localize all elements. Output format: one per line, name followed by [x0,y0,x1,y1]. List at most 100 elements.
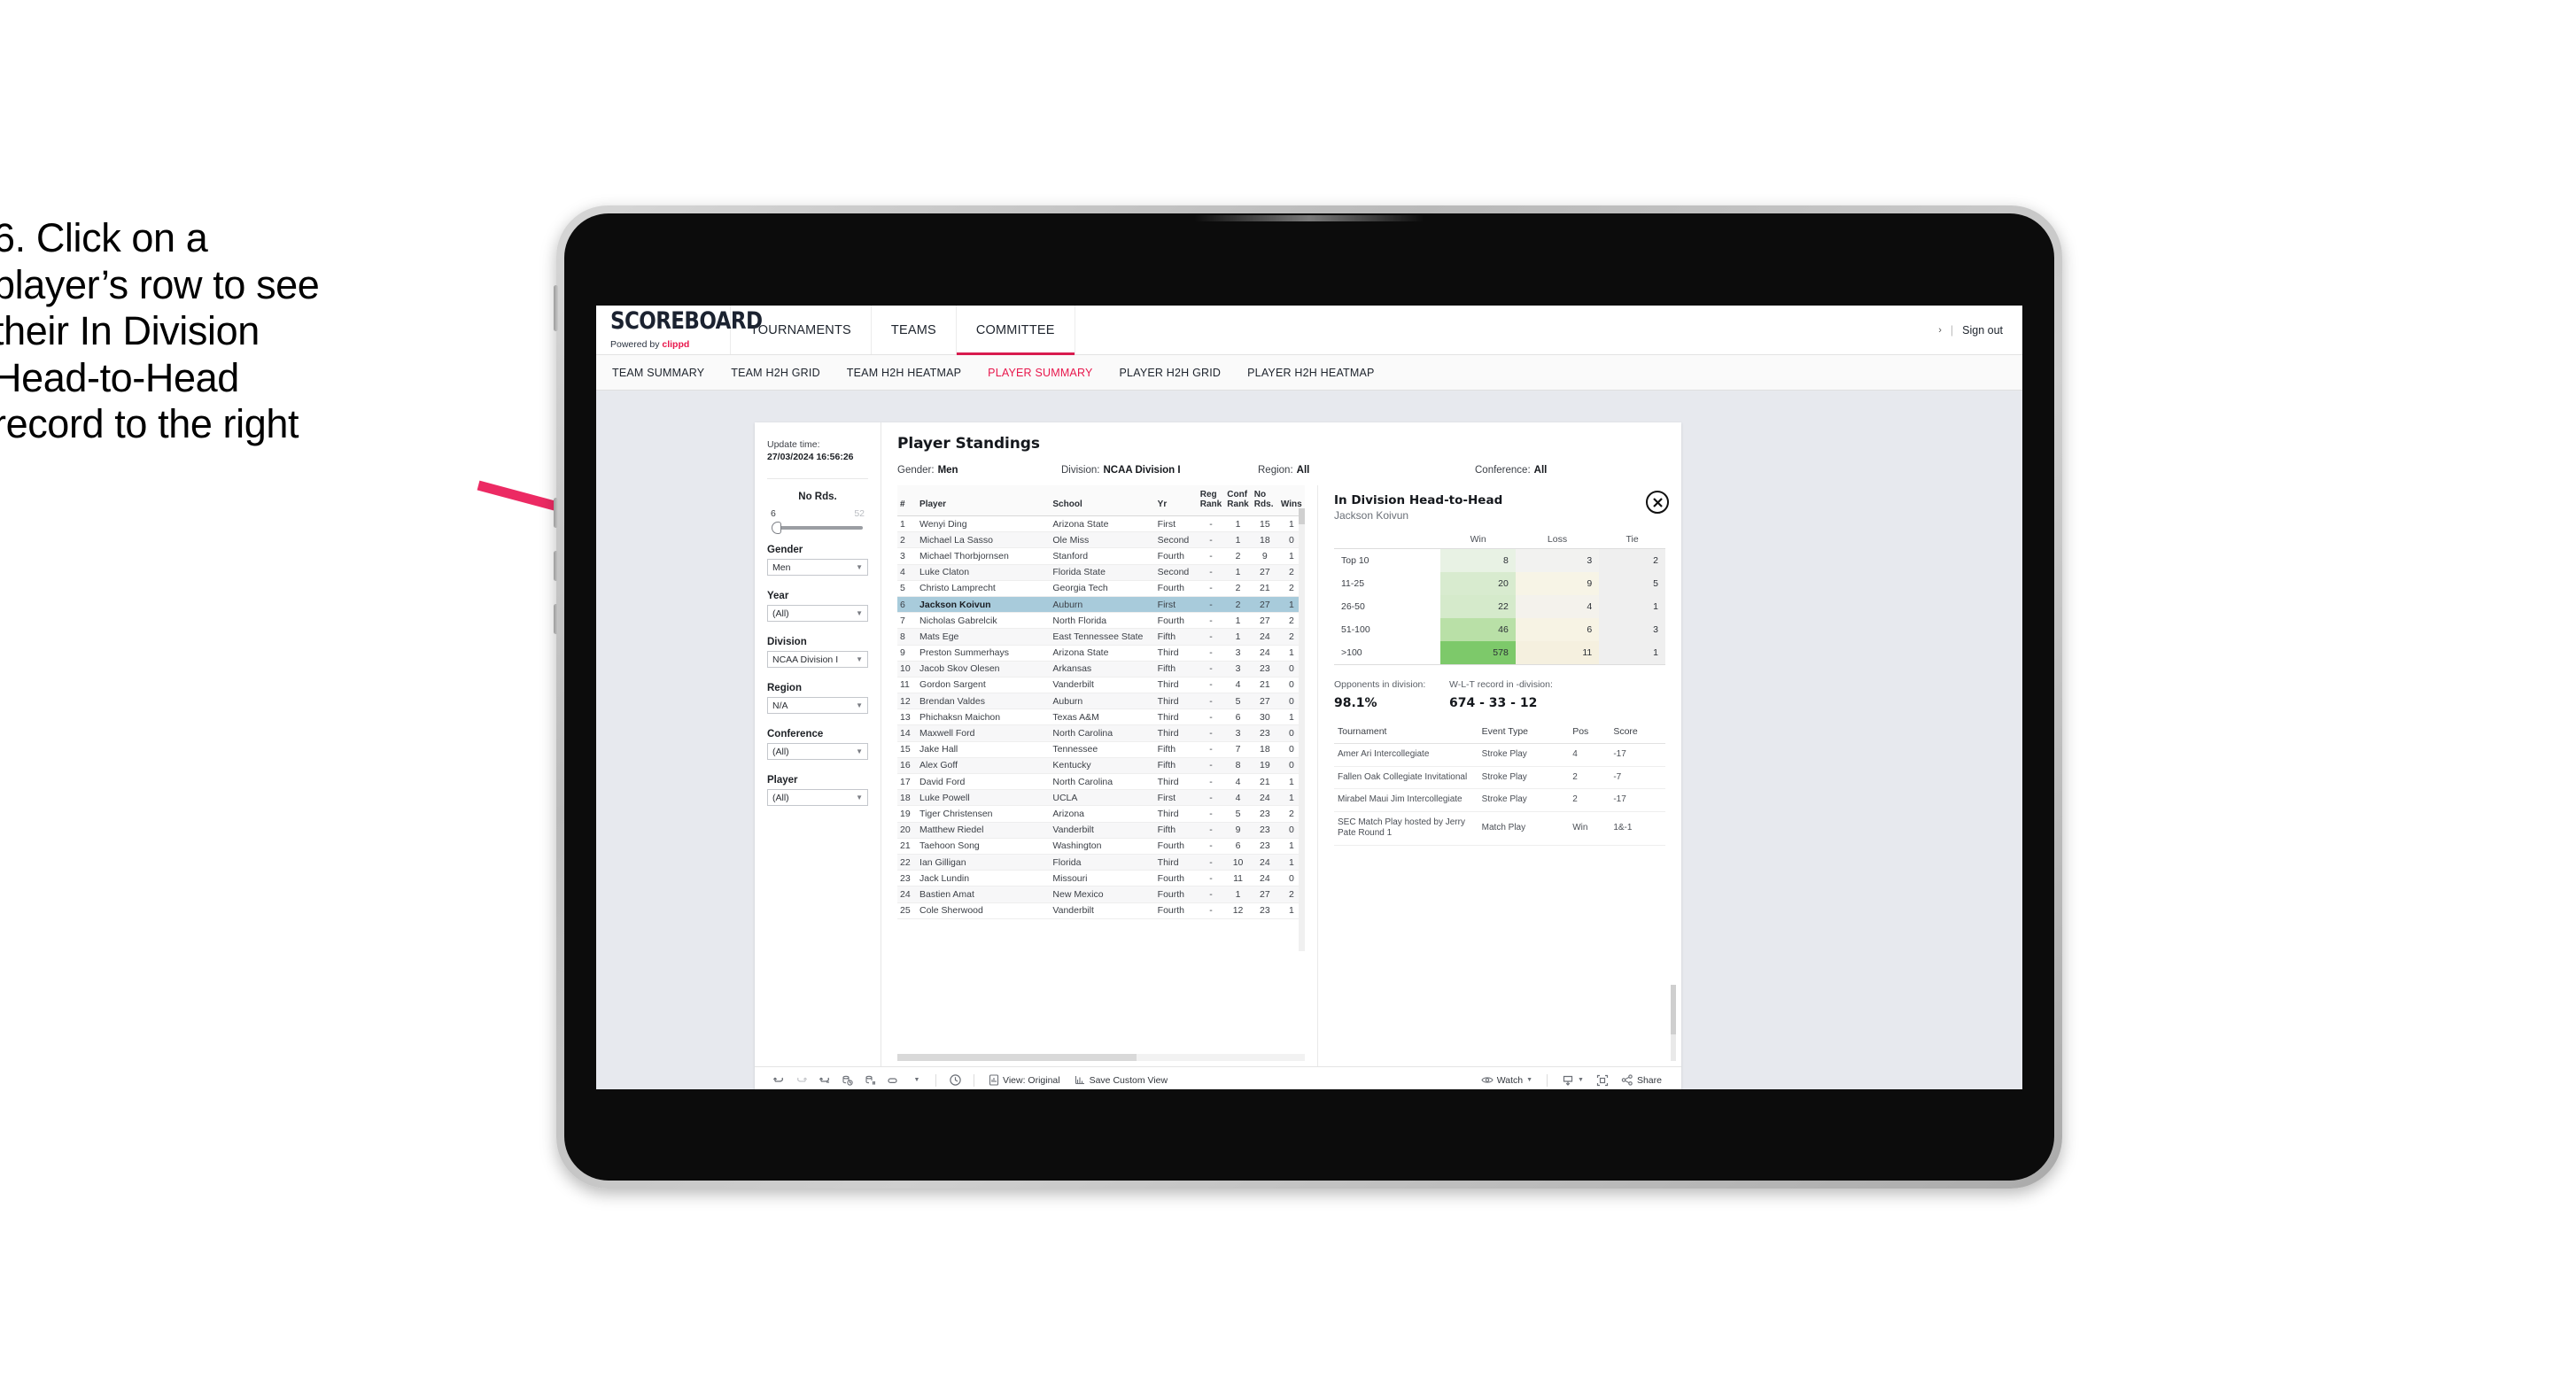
col-no-rds[interactable]: No Rds. [1251,485,1278,516]
filter-year-select[interactable]: (All) ▼ [767,605,868,623]
pause-resume-icon[interactable] [882,1071,905,1090]
event-row[interactable]: Fallen Oak Collegiate Invitational Stroke… [1334,766,1665,789]
table-row[interactable]: 8 Mats Ege East Tennessee State Fifth -1 24 2 [897,628,1305,646]
cell-no-rds: 21 [1251,677,1278,694]
no-rounds-slider-handle[interactable] [772,522,781,535]
table-row[interactable]: 16 Alex Goff Kentucky Fifth -8 19 0 [897,757,1305,775]
col-conf-rank[interactable]: Conf Rank [1224,485,1252,516]
event-row[interactable]: Mirabel Maui Jim Intercollegiate Stroke P… [1334,788,1665,812]
table-row[interactable]: 14 Maxwell Ford North Carolina Third -3 23 0 [897,724,1305,742]
table-row[interactable]: 3 Michael Thorbjornsen Stanford Fourth -2 9 1 [897,547,1305,565]
share-button[interactable]: Share [1614,1074,1669,1086]
tab-player-summary[interactable]: PLAYER SUMMARY [988,367,1092,379]
side-button[interactable] [554,604,558,634]
table-row[interactable]: 1 Wenyi Ding Arizona State First -1 15 1 [897,515,1305,533]
refresh-data-icon[interactable] [836,1071,859,1090]
tab-player-h2h-grid[interactable]: PLAYER H2H GRID [1120,367,1222,379]
brand-logo[interactable]: SCOREBOARD Powered by clippd [596,306,763,354]
table-row[interactable]: 5 Christo Lamprecht Georgia Tech Fourth -2 21… [897,580,1305,597]
nav-item-teams[interactable]: TEAMS [872,306,957,354]
volume-down-button[interactable] [554,551,558,581]
download-button[interactable]: ▼ [1555,1074,1591,1087]
filter-division-label: Division [767,637,807,648]
table-row[interactable]: 10 Jacob Skov Olesen Arkansas Fifth -3 23 0 [897,661,1305,678]
filter-division-select[interactable]: NCAA Division I ▼ [767,651,868,669]
col-school[interactable]: School [1050,485,1155,516]
events-scrollbar[interactable] [1671,985,1676,1061]
col-score[interactable]: Score [1610,723,1665,744]
chevron-down-icon[interactable]: ▼ [905,1071,928,1090]
tab-team-h2h-grid[interactable]: TEAM H2H GRID [731,367,820,379]
revert-icon[interactable] [813,1071,836,1090]
event-score: -17 [1610,788,1665,812]
col-event-type[interactable]: Event Type [1478,723,1570,744]
table-row[interactable]: 20 Matthew Riedel Vanderbilt Fifth -9 23 0 [897,822,1305,839]
col-yr[interactable]: Yr [1154,485,1198,516]
table-row[interactable]: 12 Brendan Valdes Auburn Third -5 27 0 [897,693,1305,710]
cell-player: Maxwell Ford [917,724,1051,742]
chevron-down-icon: ▼ [856,655,863,664]
h2h-bucket-label: 51-100 [1334,618,1441,641]
watch-button[interactable]: Watch ▼ [1474,1074,1540,1086]
no-rounds-slider[interactable] [772,522,863,535]
filter-conference-select[interactable]: (All) ▼ [767,743,868,761]
filter-region-select[interactable]: N/A ▼ [767,697,868,715]
scrollbar-thumb[interactable] [1671,985,1676,1034]
filter-gender-select[interactable]: Men ▼ [767,559,868,577]
table-row[interactable]: 23 Jack Lundin Missouri Fourth -11 24 0 [897,870,1305,887]
undo-icon[interactable] [767,1071,790,1090]
h2h-bucket-label: 11-25 [1334,572,1441,595]
table-row[interactable]: 22 Ian Gilligan Florida Third -10 24 1 [897,854,1305,871]
pause-data-icon[interactable] [859,1071,882,1090]
filter-player: Player (All) ▼ [767,775,868,807]
full-screen-icon[interactable] [1591,1071,1614,1090]
save-custom-view-button[interactable]: Save Custom View [1067,1074,1175,1086]
nav-item-tournaments[interactable]: TOURNAMENTS [731,306,872,354]
table-row[interactable]: 21 Taehoon Song Washington Fourth -6 23 1 [897,838,1305,855]
scrollbar-thumb[interactable] [1299,508,1305,524]
view-original-button[interactable]: View: Original [982,1074,1067,1086]
cell-rank: 17 [897,773,918,791]
h2h-row: >100 578 11 1 [1334,641,1665,665]
stat-wlt-label: W-L-T record in -division: [1449,679,1553,690]
cell-school: Kentucky [1050,757,1155,775]
table-row[interactable]: 2 Michael La Sasso Ole Miss Second -1 18 0 [897,531,1305,549]
standings-vertical-scrollbar[interactable] [1299,508,1305,951]
sign-out-link[interactable]: Sign out [1962,324,2003,337]
col-player[interactable]: Player [917,485,1051,516]
filter-player-select[interactable]: (All) ▼ [767,789,868,807]
col-reg-rank[interactable]: Reg Rank [1197,485,1225,516]
scrollbar-thumb[interactable] [897,1054,1137,1061]
power-button[interactable] [554,285,558,331]
table-row[interactable]: 25 Cole Sherwood Vanderbilt Fourth -12 23 1 [897,902,1305,919]
annotation-line-4: Head-to-Head [0,354,239,400]
cell-year: Fourth [1154,838,1198,855]
table-row[interactable]: 13 Phichaksn Maichon Texas A&M Third -6 30 1 [897,708,1305,726]
table-row[interactable]: 6 Jackson Koivun Auburn First -2 27 1 [897,596,1305,614]
redo-icon[interactable] [790,1071,813,1090]
tab-team-summary[interactable]: TEAM SUMMARY [612,367,704,379]
tab-player-h2h-heatmap[interactable]: PLAYER H2H HEATMAP [1247,367,1374,379]
table-row[interactable]: 7 Nicholas Gabrelcik North Florida Fourth -1… [897,612,1305,630]
table-row[interactable]: 18 Luke Powell UCLA First -4 24 1 [897,789,1305,807]
volume-up-button[interactable] [554,498,558,528]
nav-item-committee[interactable]: COMMITTEE [956,306,1075,355]
col-tournament[interactable]: Tournament [1334,723,1478,744]
close-icon[interactable] [1646,491,1669,514]
table-row[interactable]: 4 Luke Claton Florida State Second -1 27 2 [897,564,1305,581]
event-row[interactable]: SEC Match Play hosted by Jerry Pate Roun… [1334,811,1665,846]
table-row[interactable]: 24 Bastien Amat New Mexico Fourth -1 27 2 [897,886,1305,903]
col-rank[interactable]: # [897,485,918,516]
standings-horizontal-scrollbar[interactable] [897,1054,1305,1061]
table-row[interactable]: 11 Gordon Sargent Vanderbilt Third -4 21 0 [897,677,1305,694]
event-row[interactable]: Amer Ari Intercollegiate Stroke Play 4 -17 [1334,743,1665,767]
table-row[interactable]: 17 David Ford North Carolina Third -4 21 1 [897,773,1305,791]
chevron-right-icon[interactable]: › [1938,325,1942,336]
table-row[interactable]: 15 Jake Hall Tennessee Fifth -7 18 0 [897,741,1305,758]
col-pos[interactable]: Pos [1569,723,1610,744]
pause-auto-updates-icon[interactable] [943,1071,966,1090]
table-row[interactable]: 19 Tiger Christensen Arizona Third -5 23 2 [897,805,1305,823]
table-row[interactable]: 9 Preston Summerhays Arizona State Third -3 2… [897,645,1305,662]
tab-team-h2h-heatmap[interactable]: TEAM H2H HEATMAP [847,367,961,379]
cell-conf-rank: 1 [1224,564,1252,581]
